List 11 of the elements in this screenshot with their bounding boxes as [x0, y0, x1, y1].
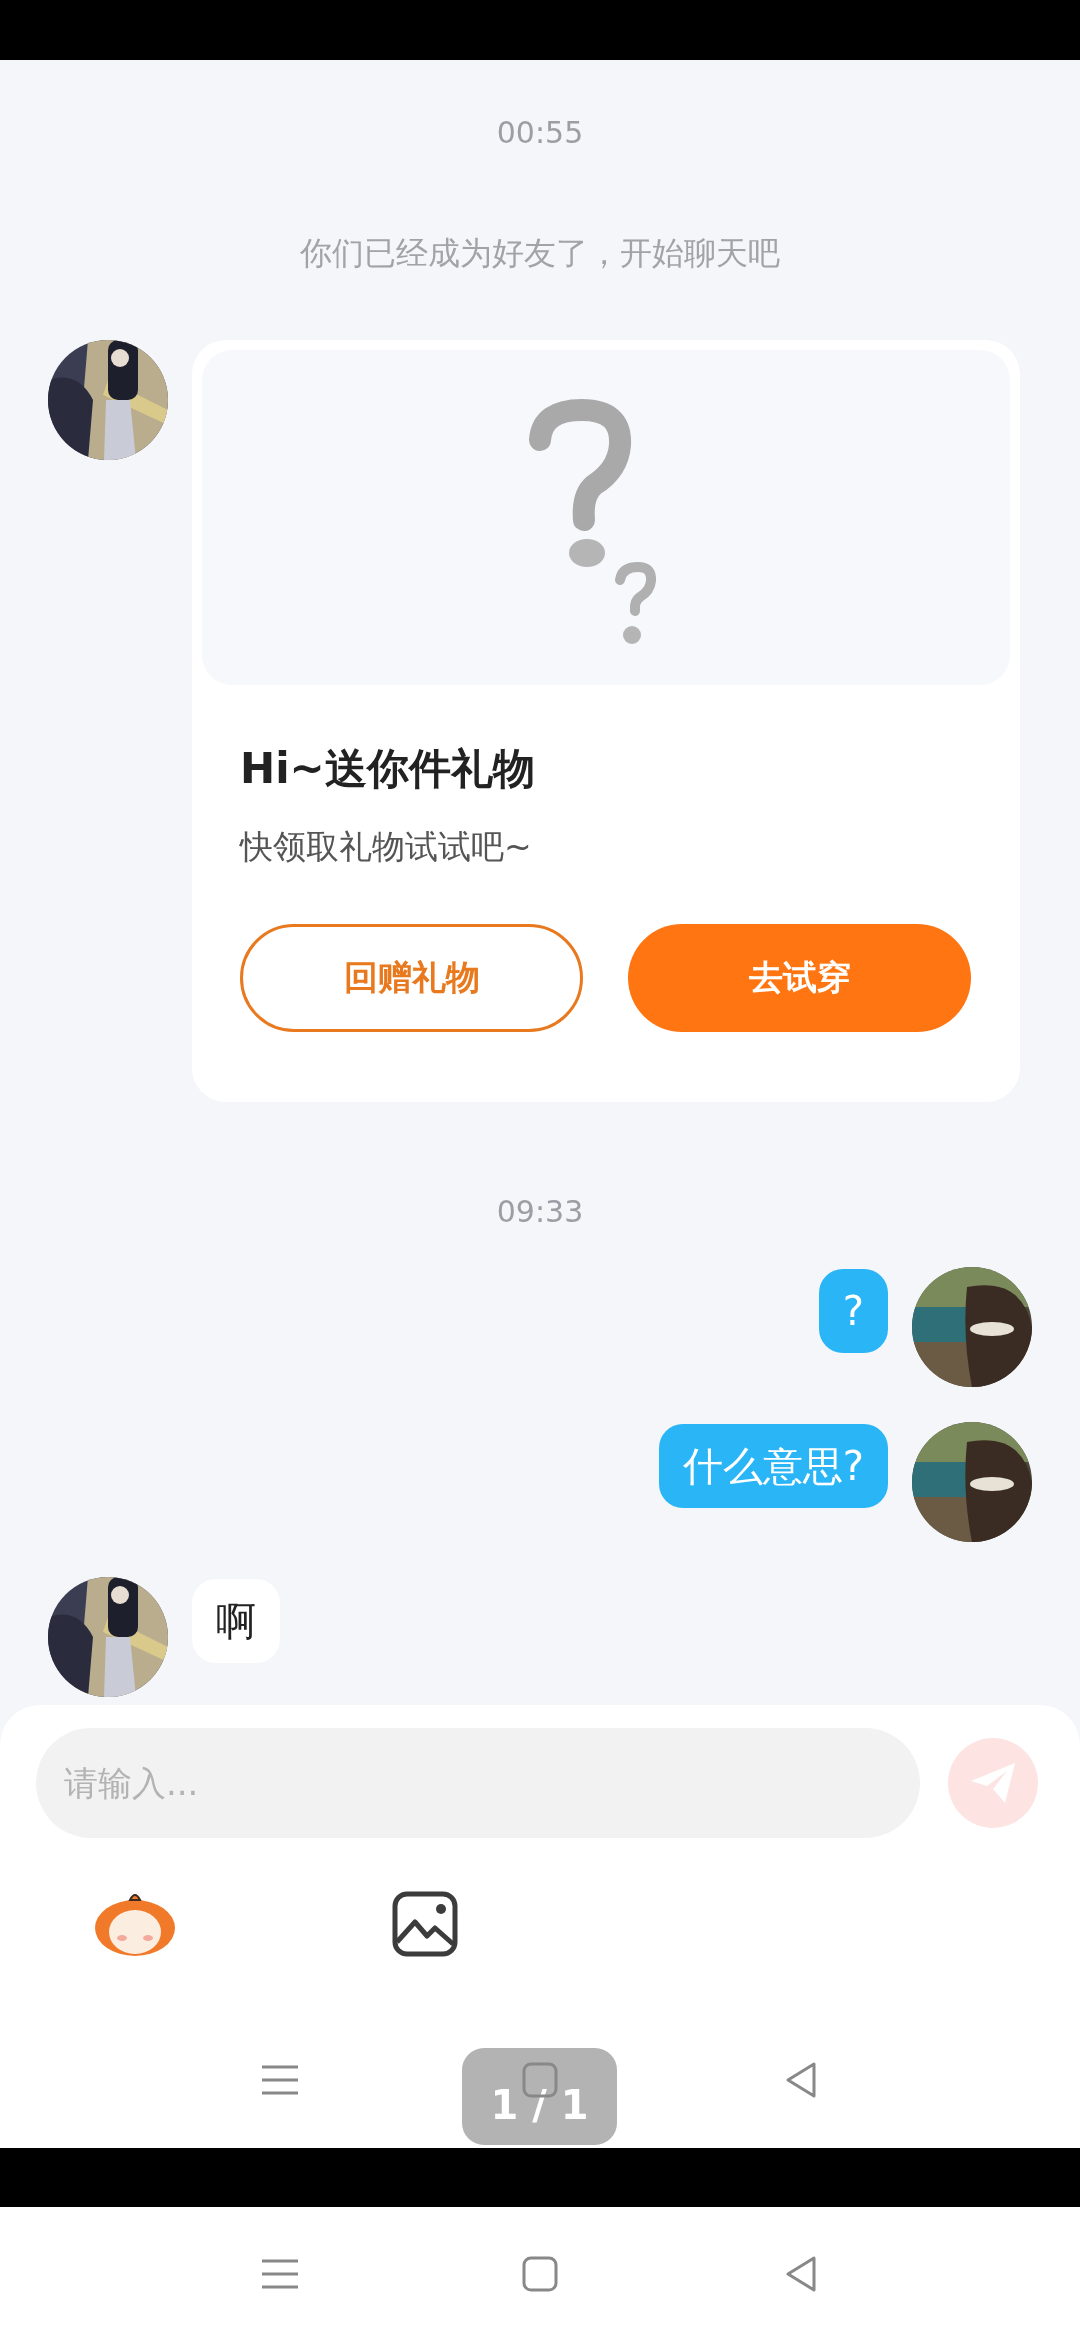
return-gift-button[interactable]: 回赠礼物: [240, 924, 583, 1032]
message-bubble: 什么意思?: [658, 1424, 888, 1508]
gift-title: Hi~送你件礼物: [240, 743, 535, 795]
message-input[interactable]: 请输入...: [36, 1728, 920, 1838]
timestamp: 09:33: [496, 1193, 584, 1231]
try-on-button[interactable]: 去试穿: [628, 924, 971, 1032]
message-bubble: ?: [818, 1269, 888, 1353]
timestamp: 00:55: [496, 114, 584, 152]
gift-subtitle: 快领取礼物试试吧~: [240, 826, 533, 868]
message-bubble: 啊: [192, 1579, 280, 1663]
system-message: 你们已经成为好友了，开始聊天吧: [300, 233, 780, 273]
